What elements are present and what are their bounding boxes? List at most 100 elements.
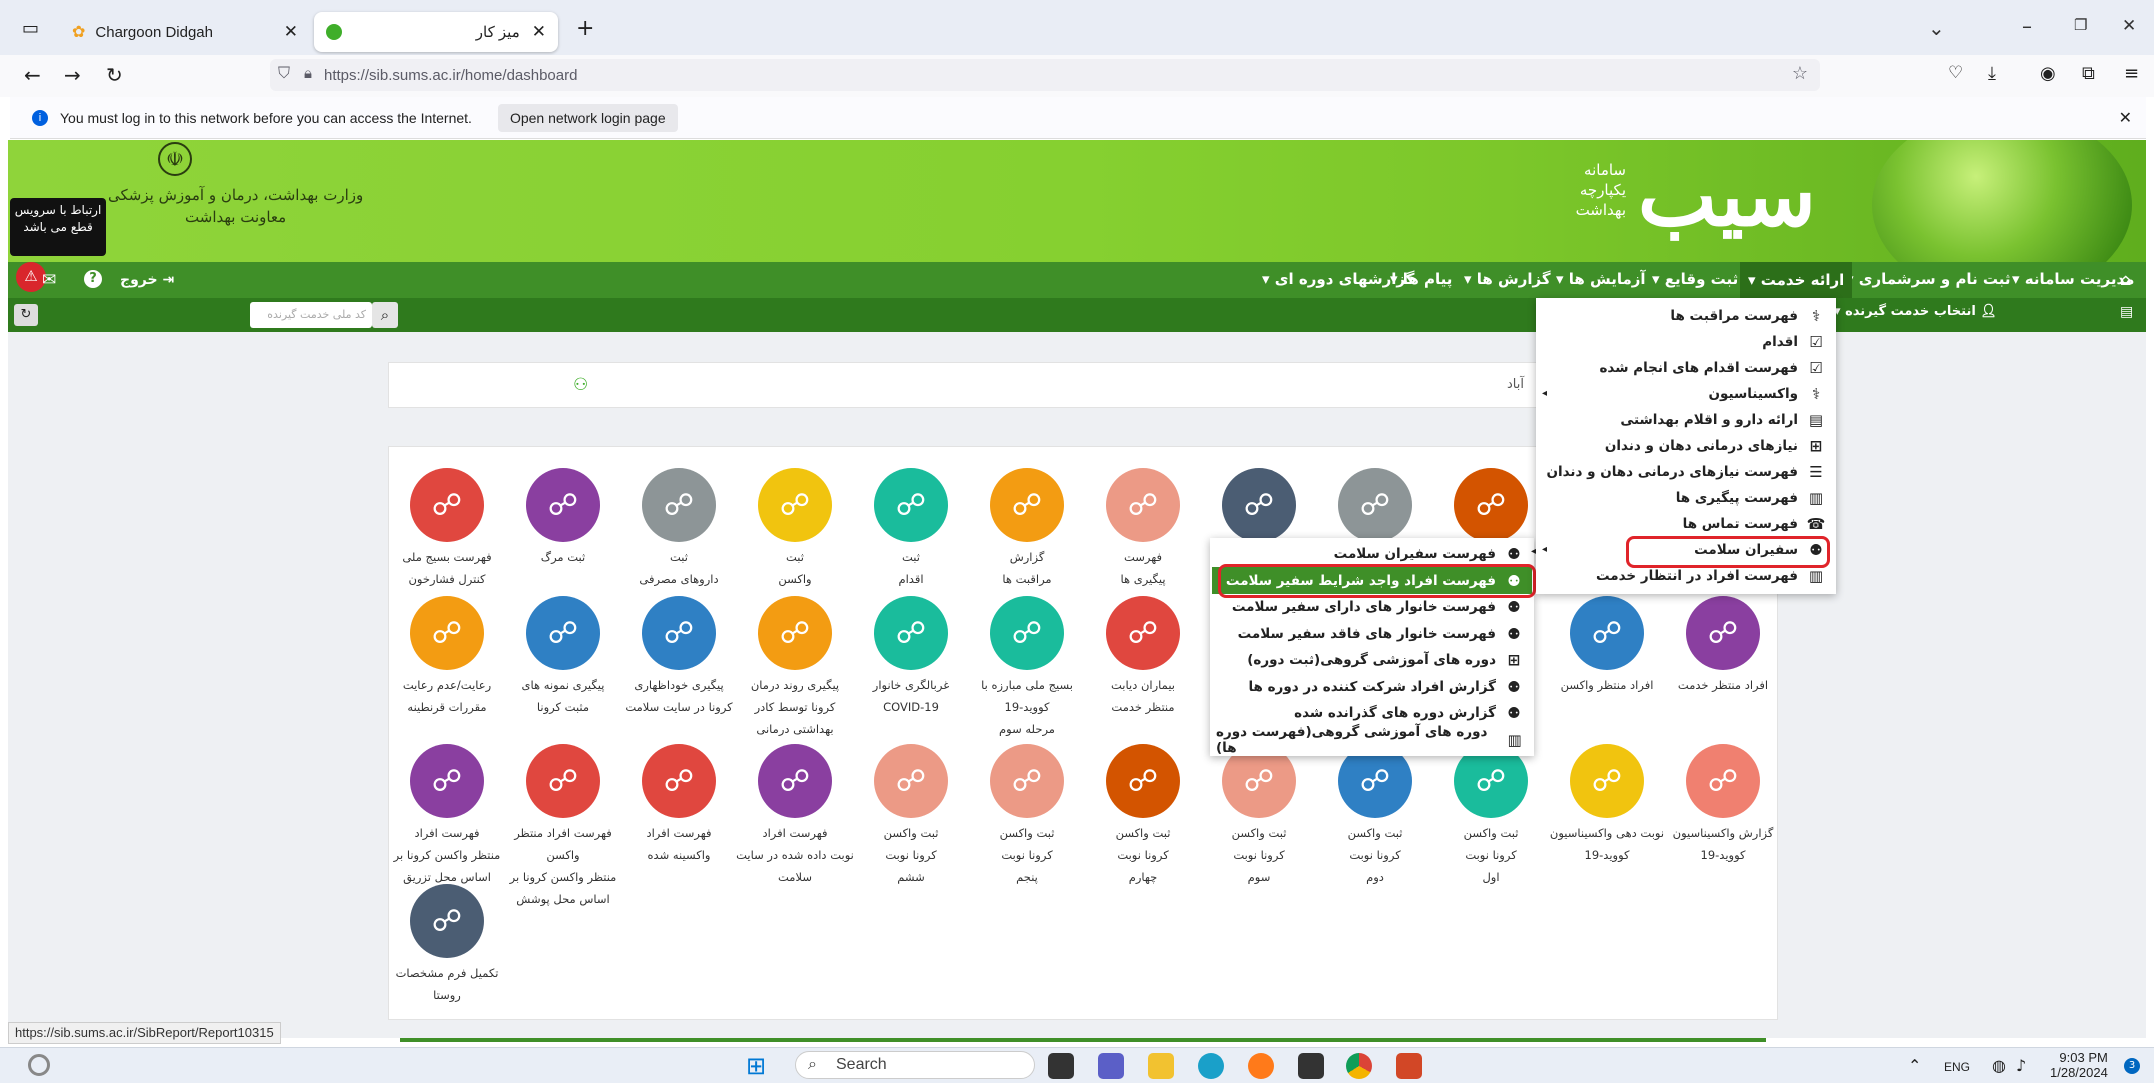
ambassador-menu-item[interactable]: ⊞ دوره های آموزشی گروهی(ثبت دوره) (1216, 648, 1524, 672)
dashboard-tile[interactable]: ☍ ثبت مرگ (498, 468, 628, 568)
dashboard-tile[interactable]: ☍ رعایت/عدم رعایت مقررات قرنطینه (382, 596, 512, 718)
dashboard-tile[interactable]: ☍ نوبت دهی واکسیناسیون کووید-19 (1542, 744, 1672, 866)
url-bar[interactable]: ⛉ 🔒︎ https://sib.sums.ac.ir/home/dashboa… (270, 59, 1820, 91)
dashboard-tile[interactable]: ☍ فهرست افراد نوبت داده شده در سایت سلامت (730, 744, 860, 888)
ambassador-menu-item[interactable]: ⚉ گزارش دوره های گذرانده شده (1216, 701, 1524, 725)
dashboard-tile[interactable]: ☍ ثبت واکسن کرونا نوبت چهارم (1078, 744, 1208, 888)
ambassador-menu-item[interactable]: ⚉ فهرست خانوار های دارای سفیر سلامت (1216, 595, 1524, 619)
dashboard-tile[interactable]: ☍ فهرست پیگیری ها (1078, 468, 1208, 590)
notification-badge[interactable]: 3 (2124, 1058, 2140, 1074)
edge-icon[interactable] (1198, 1053, 1224, 1079)
menu-events[interactable]: ▾ ثبت وقایع (1652, 270, 1738, 288)
ambassador-menu-item[interactable]: ▥ دوره های آموزشی گروهی(فهرست دوره ها) (1216, 724, 1524, 756)
menu-registration[interactable]: ▾ ثبت نام و سرشماری (1846, 270, 2011, 288)
tab-dashboard[interactable]: میز کار ✕ (314, 12, 558, 52)
mail-icon[interactable]: ✉ (42, 270, 56, 290)
tab-overflow-chevron-icon[interactable]: ⌄ (1928, 16, 1945, 40)
dashboard-tile[interactable]: ☍ فهرست افراد منتظر واکسن منتظر واکسن کرو… (498, 744, 628, 910)
logout-link[interactable]: خروج ⇥ (120, 272, 174, 288)
ambassador-menu-item[interactable]: ⚉ گزارش افراد شرکت کننده در دوره ها (1216, 675, 1524, 699)
taskbar-clock[interactable]: 9:03 PM 1/28/2024 (2050, 1050, 2108, 1080)
dashboard-tile[interactable]: ☍ گزارش واکسیناسیون کووید-19 (1658, 744, 1788, 866)
close-tab-icon[interactable]: ✕ (284, 22, 298, 42)
teams-icon[interactable] (1098, 1053, 1124, 1079)
bookmark-star-icon[interactable]: ☆ (1792, 63, 1808, 84)
search-icon[interactable]: ⌕ (372, 302, 398, 328)
windows-start-icon[interactable]: ⊞ (746, 1052, 766, 1080)
close-tab-icon[interactable]: ✕ (532, 22, 546, 42)
dashboard-tile[interactable]: ☍ ثبت داروهای مصرفی (614, 468, 744, 590)
dashboard-tile[interactable]: ☍ گزارش مراقبت ها (962, 468, 1092, 590)
dashboard-tile[interactable]: ☍ فهرست افراد واکسینه شده (614, 744, 744, 866)
dashboard-tile[interactable]: ☍ بسیج ملی مبارزه با کووید-19 مرحله سوم (962, 596, 1092, 740)
menu-icon[interactable]: ≡ (2124, 63, 2139, 84)
dashboard-tile[interactable]: ☍ فهرست بسیج ملی کنترل فشارخون (382, 468, 512, 590)
help-icon[interactable]: ? (84, 270, 102, 288)
reload-icon[interactable]: ↻ (106, 63, 123, 87)
service-menu-item[interactable]: ⚕ فهرست مراقبت ها (1542, 304, 1826, 328)
national-code-input[interactable]: کد ملی خدمت گیرنده (250, 302, 372, 328)
store-icon[interactable] (1298, 1053, 1324, 1079)
service-menu-item[interactable]: ⊞ نیازهای درمانی دهان و دندان (1542, 434, 1826, 458)
account-icon[interactable]: ◉ (2040, 63, 2056, 84)
download-icon[interactable]: ⤓ (1988, 63, 1996, 84)
ambassador-menu-item[interactable]: ⚉ فهرست خانوار های فاقد سفیر سلامت (1216, 622, 1524, 646)
language-indicator[interactable]: ENG (1944, 1060, 1970, 1074)
dashboard-tile[interactable]: ☍ افراد منتظر خدمت (1658, 596, 1788, 696)
firefox-icon[interactable] (1248, 1053, 1274, 1079)
tab-list-icon[interactable]: ▭ (22, 18, 39, 39)
chrome-icon[interactable] (1346, 1053, 1372, 1079)
dashboard-tile[interactable]: ☍ ثبت واکسن کرونا نوبت دوم (1310, 744, 1440, 888)
dashboard-tile[interactable]: ☍ ثبت اقدام (846, 468, 976, 590)
menu-periodic-reports[interactable]: ▾ گزارشهای دوره ای (1262, 270, 1414, 288)
dashboard-tile[interactable]: ☍ افراد منتظر واکسن (1542, 596, 1672, 696)
dashboard-tile[interactable]: ☍ پیگیری خوداظهاری کرونا در سایت سلامت (614, 596, 744, 718)
powerpoint-icon[interactable] (1396, 1053, 1422, 1079)
dashboard-tile[interactable]: ☍ (1310, 468, 1440, 546)
extensions-icon[interactable]: ⧉ (2082, 63, 2095, 84)
network-icon[interactable]: ◍ (1992, 1056, 2006, 1075)
dashboard-tile[interactable]: ☍ ثبت واکسن کرونا نوبت پنجم (962, 744, 1092, 888)
tray-chevron-icon[interactable]: ⌃ (1908, 1056, 1921, 1075)
service-menu-item[interactable]: ▥ فهرست پیگیری ها (1542, 486, 1826, 510)
tab-chargoon[interactable]: ✿ Chargoon Didgah ✕ (58, 12, 310, 52)
ambassador-menu-item[interactable]: ⚉ فهرست سفیران سلامت (1216, 542, 1524, 566)
dashboard-tile[interactable]: ☍ ثبت واکسن کرونا نوبت اول (1426, 744, 1556, 888)
open-login-page-button[interactable]: Open network login page (497, 103, 678, 132)
close-notification-icon[interactable]: ✕ (2119, 108, 2132, 128)
menu-tests[interactable]: ▾ آزمایش ها (1556, 270, 1646, 288)
dashboard-tile[interactable]: ☍ پیگیری روند درمان کرونا توسط کادر بهداش… (730, 596, 860, 740)
service-menu-item[interactable]: ▤ ارائه دارو و اقلام بهداشتی (1542, 408, 1826, 432)
dashboard-tile[interactable]: ☍ پیگیری نمونه های مثبت کرونا (498, 596, 628, 718)
dashboard-tile[interactable]: ☍ ثبت واکسن (730, 468, 860, 590)
minimize-icon[interactable]: – (2022, 14, 2032, 38)
new-tab-icon[interactable]: + (576, 16, 594, 41)
refresh-patient-icon[interactable]: ↻ (14, 304, 38, 326)
taskbar-search[interactable]: ⌕ Search (795, 1051, 1035, 1079)
file-explorer-icon[interactable] (1148, 1053, 1174, 1079)
volume-icon[interactable]: ♪ (2016, 1056, 2026, 1075)
service-menu-item[interactable]: ☑ فهرست اقدام های انجام شده (1542, 356, 1826, 380)
menu-service-delivery[interactable]: ▾ ارائه خدمت (1740, 262, 1853, 298)
close-window-icon[interactable]: ✕ (2122, 16, 2136, 36)
menu-system-management[interactable]: ▾ مدیریت سامانه (2012, 270, 2134, 288)
widgets-icon[interactable] (28, 1054, 50, 1076)
service-menu-item[interactable]: ⚕ واکسیناسیون (1542, 382, 1826, 406)
task-view-icon[interactable] (1048, 1053, 1074, 1079)
forward-icon[interactable]: → (64, 63, 81, 87)
service-menu-item[interactable]: ☑ اقدام (1542, 330, 1826, 354)
select-recipient-button[interactable]: ▾ انتخاب خدمت گیرنده 👤︎ (1834, 304, 1997, 319)
dashboard-tile[interactable]: ☍ ثبت واکسن کرونا نوبت سوم (1194, 744, 1324, 888)
dashboard-tile[interactable]: ☍ (1194, 468, 1324, 546)
back-icon[interactable]: ← (24, 63, 41, 87)
dashboard-tile[interactable]: ☍ بیماران دیابت منتظر خدمت (1078, 596, 1208, 718)
dashboard-tile[interactable]: ☍ فهرست افراد منتظر واکسن کرونا بر اساس م… (382, 744, 512, 888)
restore-icon[interactable]: ❐ (2074, 16, 2087, 34)
service-menu-item[interactable]: ☎ فهرست تماس ها (1542, 512, 1826, 536)
service-menu-item[interactable]: ☰ فهرست نیازهای درمانی دهان و دندان (1542, 460, 1826, 484)
dashboard-tile[interactable]: ☍ ثبت واکسن کرونا نوبت ششم (846, 744, 976, 888)
recipient-card-icon[interactable]: ▤ (2120, 304, 2133, 320)
pocket-icon[interactable]: ♡ (1948, 63, 1963, 83)
menu-reports[interactable]: ▾ گزارش ها (1464, 270, 1551, 288)
dashboard-tile[interactable]: ☍ غربالگری خانوار COVID-19 (846, 596, 976, 718)
